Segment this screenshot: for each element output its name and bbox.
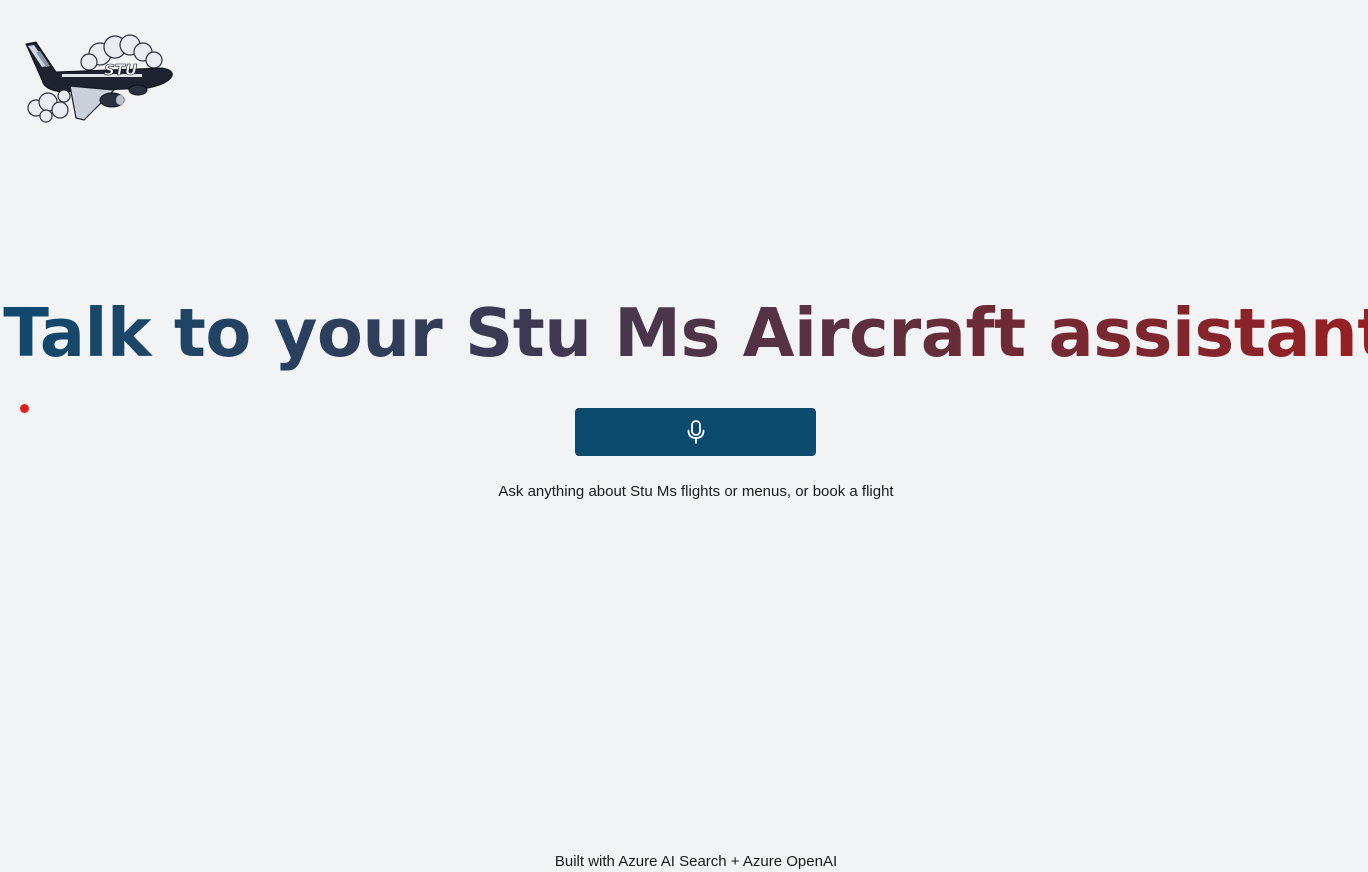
microphone-icon xyxy=(687,420,704,444)
logo-text: STU xyxy=(104,61,137,79)
airplane-logo-icon: STU xyxy=(25,34,173,123)
page-title: Talk to your Stu Ms Aircraft assistant xyxy=(0,288,1368,378)
microphone-button[interactable] xyxy=(575,408,816,456)
hint-text: Ask anything about Stu Ms flights or men… xyxy=(498,483,894,500)
status-indicator xyxy=(20,404,29,413)
footer-text: Built with Azure AI Search + Azure OpenA… xyxy=(554,853,838,870)
page: STU Talk to your Stu Ms Aircraft assista… xyxy=(0,0,1368,872)
